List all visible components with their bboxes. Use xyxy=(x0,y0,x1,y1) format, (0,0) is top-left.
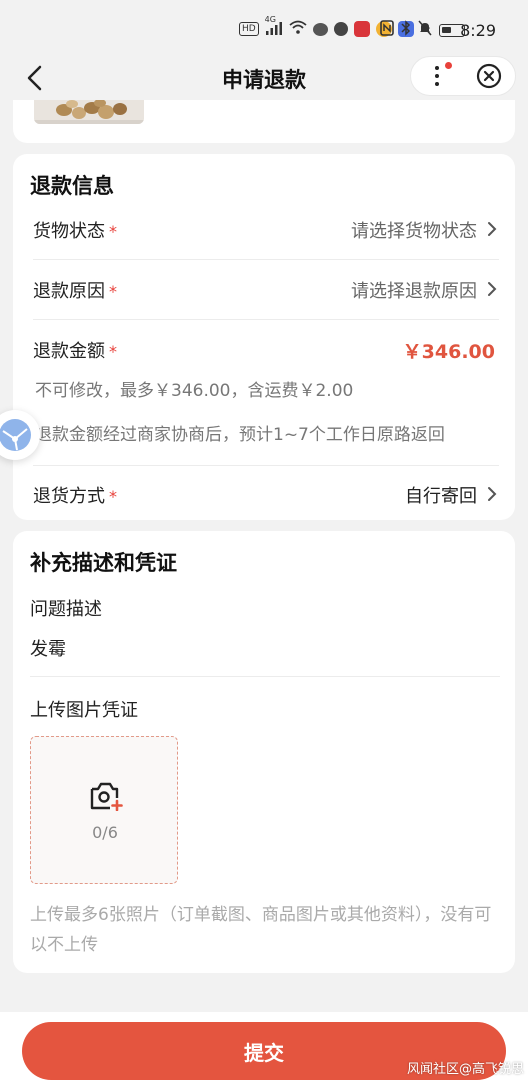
goods-status-placeholder: 请选择货物状态 xyxy=(351,221,477,242)
upload-label: 上传图片凭证 xyxy=(30,700,138,721)
divider xyxy=(30,676,500,677)
section-title-refund: 退款信息 xyxy=(30,174,114,198)
close-circle-icon xyxy=(476,63,502,89)
problem-desc-input[interactable]: 发霉 xyxy=(30,635,66,661)
mini-program-capsule xyxy=(410,56,516,96)
chevron-right-icon xyxy=(488,222,497,236)
refund-reason-placeholder: 请选择退款原因 xyxy=(351,281,477,302)
globe-icon xyxy=(0,419,31,451)
status-time: 8:29 xyxy=(460,21,496,40)
goods-status-label-text: 货物状态 xyxy=(33,221,105,242)
chevron-right-icon xyxy=(488,282,497,296)
refund-amount-note: 不可修改，最多￥346.00，含运费￥2.00 xyxy=(35,381,354,401)
refund-time-note: 退款金额经过商家协商后，预计1~7个工作日原路返回 xyxy=(35,425,445,445)
refund-amount-label-text: 退款金额 xyxy=(33,341,105,362)
required-star: * xyxy=(109,342,117,361)
nfc-icon xyxy=(380,20,394,40)
refund-reason-label: 退款原因 * xyxy=(33,277,117,303)
required-star: * xyxy=(109,282,117,301)
return-method-label: 退货方式 * xyxy=(33,482,117,508)
goods-status-label: 货物状态 * xyxy=(33,217,117,243)
refund-info-card: 退款信息 货物状态 * 请选择货物状态 退款原因 * 请选择退款原因 退款金额 * ￥… xyxy=(13,154,515,520)
signal-icon: 4G xyxy=(265,15,283,38)
divider xyxy=(33,319,499,320)
close-button[interactable] xyxy=(463,56,515,96)
more-button[interactable] xyxy=(411,56,463,96)
app-icon xyxy=(333,22,348,36)
notification-dot xyxy=(445,62,452,69)
supplement-card: 补充描述和凭证 问题描述 发霉 上传图片凭证 0/6 上传最多6张照片（订单截图… xyxy=(13,531,515,973)
refund-amount-label: 退款金额 * xyxy=(33,337,117,363)
required-star: * xyxy=(109,222,117,241)
return-method-label-text: 退货方式 xyxy=(33,486,105,507)
wifi-icon xyxy=(289,20,307,38)
bottom-bar: 提交 xyxy=(0,1012,528,1089)
red-app-icon xyxy=(353,21,370,37)
upload-hint: 上传最多6张照片（订单截图、商品图片或其他资料），没有可以不上传 xyxy=(30,905,492,955)
section-title-supplement: 补充描述和凭证 xyxy=(30,551,177,575)
chevron-right-icon xyxy=(488,487,497,501)
required-star: * xyxy=(109,487,117,506)
refund-reason-row[interactable]: 退款原因 * 请选择退款原因 xyxy=(33,260,499,320)
return-method-value: 自行寄回 xyxy=(405,486,477,507)
goods-status-row[interactable]: 货物状态 * 请选择货物状态 xyxy=(33,200,499,260)
nav-bar: 申请退款 xyxy=(0,56,528,100)
wechat-icon xyxy=(312,22,328,36)
product-card xyxy=(13,100,515,143)
status-bar: HD 4G ··· 8:29 xyxy=(0,0,528,56)
refund-amount-value: ￥346.00 xyxy=(402,341,495,363)
signal-label: 4G xyxy=(264,14,276,24)
status-right-icons xyxy=(380,20,465,40)
refund-reason-label-text: 退款原因 xyxy=(33,281,105,302)
upload-image-button[interactable]: 0/6 xyxy=(30,736,178,884)
more-icon xyxy=(435,66,439,86)
hd-icon: HD xyxy=(238,22,259,36)
bluetooth-icon xyxy=(401,20,411,40)
return-method-row[interactable]: 退货方式 * 自行寄回 xyxy=(33,466,499,518)
camera-add-icon xyxy=(90,782,123,811)
product-image xyxy=(34,100,144,124)
mute-icon xyxy=(418,20,432,40)
upload-count: 0/6 xyxy=(92,823,118,842)
watermark: 风闻社区@高飞锐思 xyxy=(406,1062,524,1077)
problem-desc-label: 问题描述 xyxy=(30,599,102,620)
